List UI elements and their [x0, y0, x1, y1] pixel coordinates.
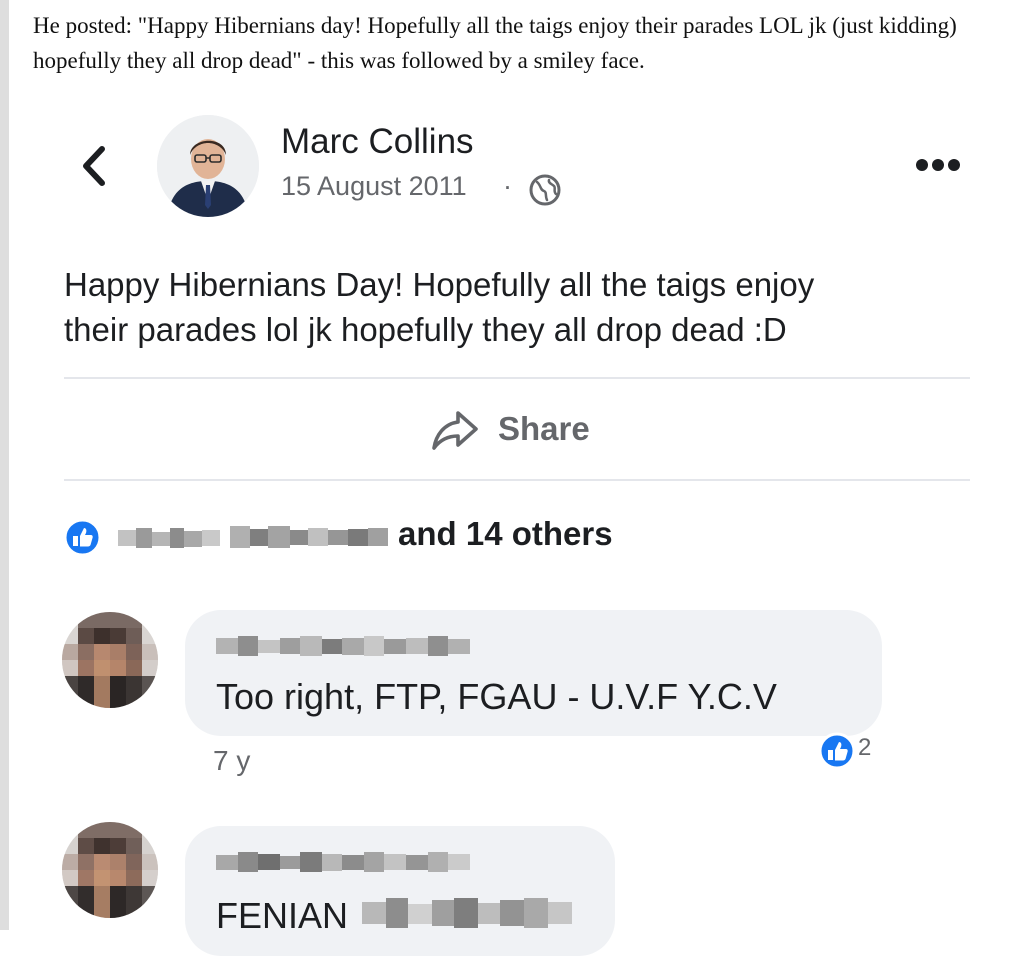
comment-text: FENIAN	[216, 895, 349, 936]
chevron-left-icon	[83, 146, 105, 186]
commenter-avatar[interactable]	[62, 822, 158, 918]
share-label: Share	[498, 410, 590, 447]
more-options-icon	[916, 159, 960, 171]
more-options-button[interactable]	[910, 152, 966, 178]
date-separator: ·	[503, 171, 512, 201]
comment-reaction-count: 2	[858, 734, 872, 761]
commenter-avatar[interactable]	[62, 612, 158, 708]
blurred-commenter-name[interactable]	[216, 852, 470, 872]
comment-timestamp[interactable]: 7 y	[213, 745, 250, 777]
comment-text: Too right, FTP, FGAU - U.V.F Y.C.V	[216, 676, 777, 717]
post-text: Happy Hibernians Day! Hopefully all the …	[64, 262, 964, 352]
like-reaction-badge	[64, 519, 101, 556]
globe-icon	[529, 174, 561, 206]
post-text-line: their parades lol jk hopefully they all …	[64, 311, 787, 348]
post-date[interactable]: 15 August 2011	[281, 171, 467, 202]
back-button[interactable]	[76, 141, 116, 191]
author-name[interactable]: Marc Collins	[281, 122, 474, 162]
blurred-name	[230, 526, 388, 548]
likes-summary[interactable]: and 14 others	[398, 515, 613, 553]
blurred-name	[118, 528, 220, 548]
divider	[64, 479, 970, 481]
post-text-line: Happy Hibernians Day! Hopefully all the …	[64, 266, 815, 303]
privacy-indicator	[528, 173, 562, 207]
divider	[64, 377, 970, 379]
share-arrow-icon	[432, 411, 478, 450]
thumbs-up-icon	[64, 519, 101, 556]
thumbs-up-icon	[818, 732, 856, 770]
author-avatar[interactable]	[157, 115, 259, 217]
share-button[interactable]: Share	[426, 403, 616, 459]
page-left-border	[0, 0, 9, 930]
blurred-comment-word	[362, 898, 572, 928]
article-caption: He posted: "Happy Hibernians day! Hopefu…	[33, 13, 957, 73]
blurred-commenter-name[interactable]	[216, 636, 470, 656]
person-photo	[157, 115, 259, 217]
